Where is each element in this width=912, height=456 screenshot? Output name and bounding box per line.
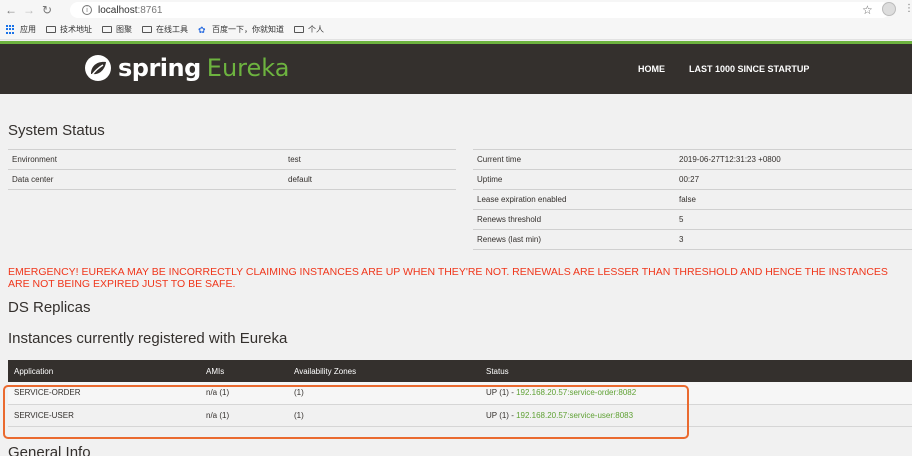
- status-value: 3: [675, 229, 912, 250]
- bookmark-folder[interactable]: 在线工具: [142, 24, 188, 35]
- instances-table: Application AMIs Availability Zones Stat…: [8, 360, 912, 427]
- status-value: test: [284, 149, 456, 170]
- app-name-cell: SERVICE-USER: [8, 404, 200, 427]
- status-label: Renews threshold: [473, 209, 675, 230]
- profile-avatar-icon[interactable]: [882, 2, 896, 16]
- status-label: Renews (last min): [473, 229, 675, 250]
- bookmark-label: 个人: [308, 25, 324, 34]
- bookmark-folder[interactable]: 技术地址: [46, 24, 92, 35]
- instance-link[interactable]: 192.168.20.57:service-order:8082: [516, 388, 636, 397]
- table-row: Lease expiration enabled false: [473, 189, 912, 210]
- spring-leaf-icon: [85, 55, 111, 81]
- apps-grid-icon: [6, 24, 16, 35]
- bookmark-star-icon[interactable]: ☆: [862, 3, 873, 17]
- menu-dots-icon[interactable]: ⋮: [904, 3, 912, 14]
- bookmark-label: 百度一下，你就知道: [212, 25, 284, 34]
- table-row: Uptime 00:27: [473, 169, 912, 190]
- bookmark-folder[interactable]: 图聚: [102, 24, 132, 35]
- table-row: SERVICE-USER n/a (1) (1) UP (1) - 192.16…: [8, 404, 912, 427]
- table-header-row: Application AMIs Availability Zones Stat…: [8, 360, 912, 382]
- table-row: Renews threshold 5: [473, 209, 912, 230]
- address-bar[interactable]: i localhost:8761: [70, 2, 890, 18]
- zones-cell: (1): [288, 382, 480, 405]
- folder-icon: [142, 26, 152, 33]
- eureka-navbar: spring Eureka HOME LAST 1000 SINCE START…: [0, 41, 912, 94]
- emergency-warning: EMERGENCY! EUREKA MAY BE INCORRECTLY CLA…: [8, 266, 888, 290]
- system-status-heading: System Status: [8, 122, 105, 139]
- amis-cell: n/a (1): [200, 382, 288, 405]
- forward-arrow-icon[interactable]: →: [22, 3, 36, 17]
- status-label: Uptime: [473, 169, 675, 190]
- status-label: Lease expiration enabled: [473, 189, 675, 210]
- bookmark-baidu[interactable]: ✿ 百度一下，你就知道: [198, 24, 284, 35]
- instance-link[interactable]: 192.168.20.57:service-user:8083: [516, 411, 633, 420]
- bookmarks-bar: 应用 技术地址 图聚 在线工具 ✿ 百度一下，你就知道 个人: [0, 20, 912, 40]
- back-arrow-icon[interactable]: ←: [4, 3, 18, 17]
- table-row: Current time 2019-06-27T12:31:23 +0800: [473, 149, 912, 170]
- status-value: 00:27: [675, 169, 912, 190]
- table-row: Renews (last min) 3: [473, 229, 912, 250]
- status-cell: UP (1) - 192.168.20.57:service-user:8083: [480, 404, 912, 427]
- table-row: Environment test: [8, 149, 456, 170]
- brand-eureka-text: Eureka: [206, 54, 290, 82]
- baidu-paw-icon: ✿: [198, 24, 206, 35]
- nav-home-link[interactable]: HOME: [638, 64, 665, 74]
- folder-icon: [294, 26, 304, 33]
- status-text: UP (1) -: [486, 410, 517, 420]
- nav-last-1000-link[interactable]: LAST 1000 SINCE STARTUP: [689, 64, 809, 74]
- reload-icon[interactable]: ↻: [40, 3, 54, 17]
- ds-replicas-heading: DS Replicas: [8, 299, 91, 316]
- system-status-right-table: Current time 2019-06-27T12:31:23 +0800 U…: [473, 149, 912, 250]
- status-cell: UP (1) - 192.168.20.57:service-order:808…: [480, 382, 912, 405]
- status-label: Data center: [8, 169, 284, 190]
- brand-spring-text: spring: [118, 54, 201, 82]
- status-label: Current time: [473, 149, 675, 170]
- app-name-cell: SERVICE-ORDER: [8, 382, 200, 405]
- info-icon[interactable]: i: [82, 5, 92, 15]
- bookmark-label: 图聚: [116, 25, 132, 34]
- status-value: 5: [675, 209, 912, 230]
- brand-logo[interactable]: spring Eureka: [84, 53, 289, 83]
- bookmark-apps[interactable]: 应用: [6, 24, 36, 35]
- status-value: 2019-06-27T12:31:23 +0800: [675, 149, 912, 170]
- bookmark-label: 在线工具: [156, 25, 188, 34]
- column-header: Application: [8, 360, 200, 382]
- status-text: UP (1) -: [486, 388, 517, 398]
- folder-icon: [102, 26, 112, 33]
- browser-toolbar: ← → ↻ i localhost:8761 ☆ ⋮: [0, 0, 912, 20]
- status-label: Environment: [8, 149, 284, 170]
- status-value: default: [284, 169, 456, 190]
- folder-icon: [46, 26, 56, 33]
- general-info-heading: General Info: [8, 444, 91, 456]
- column-header: AMIs: [200, 360, 288, 382]
- column-header: Availability Zones: [288, 360, 480, 382]
- bookmark-label: 技术地址: [60, 25, 92, 34]
- bookmark-folder[interactable]: 个人: [294, 24, 324, 35]
- nav-links: HOME LAST 1000 SINCE STARTUP: [638, 64, 833, 74]
- table-row: SERVICE-ORDER n/a (1) (1) UP (1) - 192.1…: [8, 382, 912, 405]
- system-status-left-table: Environment test Data center default: [8, 149, 456, 190]
- zones-cell: (1): [288, 404, 480, 427]
- status-value: false: [675, 189, 912, 210]
- url-text: localhost:8761: [98, 4, 163, 16]
- amis-cell: n/a (1): [200, 404, 288, 427]
- instances-heading: Instances currently registered with Eure…: [8, 330, 288, 347]
- table-row: Data center default: [8, 169, 456, 190]
- bookmark-label: 应用: [20, 25, 36, 34]
- column-header: Status: [480, 360, 912, 382]
